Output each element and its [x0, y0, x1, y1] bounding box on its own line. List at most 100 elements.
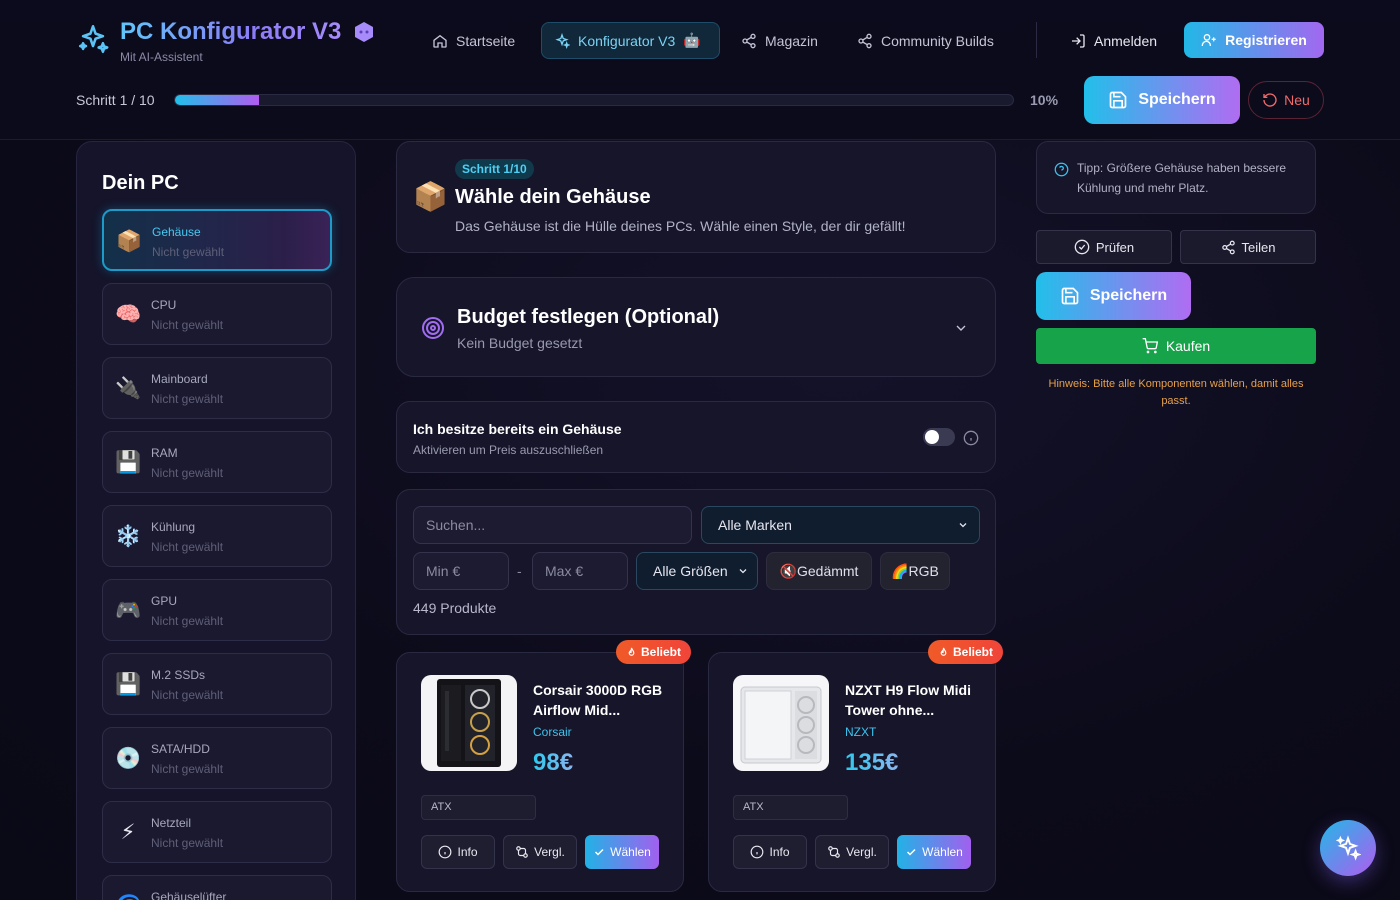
robot-icon [352, 20, 376, 44]
info-label: Info [769, 845, 790, 859]
tip-text: Tipp: Größere Gehäuse haben bessere Kühl… [1077, 161, 1287, 195]
insulated-filter-chip[interactable]: 🔇Gedämmt [766, 552, 872, 590]
search-input[interactable]: Suchen... [413, 506, 692, 544]
compare-button[interactable]: Vergl. [815, 835, 889, 869]
help-icon [1054, 161, 1069, 179]
product-image [421, 675, 517, 771]
rgb-filter-chip[interactable]: 🌈RGB [880, 552, 950, 590]
chevron-down-icon [959, 523, 967, 528]
top-header: PC Konfigurator V3 Mit AI-Assistent Star… [0, 0, 1400, 140]
save-icon [1061, 287, 1079, 305]
sidebar-title: Dein PC [102, 172, 179, 194]
brand-select-value: Alle Marken [718, 517, 792, 533]
compare-label: Vergl. [534, 845, 565, 859]
share-button[interactable]: Teilen [1180, 230, 1316, 264]
budget-title: Budget festlegen (Optional) [457, 306, 720, 328]
nav-startseite[interactable]: Startseite [420, 22, 527, 59]
component-status: Nicht gewählt [151, 614, 224, 628]
info-button[interactable]: Info [421, 835, 495, 869]
own-case-toggle[interactable] [923, 428, 955, 446]
range-separator: - [517, 563, 522, 579]
buy-label: Kaufen [1165, 338, 1211, 354]
nav-label: Konfigurator V3 [578, 32, 676, 49]
size-select[interactable]: Alle Größen [636, 552, 758, 590]
info-label: Info [457, 845, 478, 859]
own-case-subtitle: Aktivieren um Preis auszuschließen [413, 443, 604, 457]
component-name: Gehäuse [152, 225, 201, 239]
popular-badge: Beliebt [927, 640, 1003, 664]
sidebar-component-item[interactable]: 🌀 Gehäuselüfter [102, 875, 332, 900]
register-button[interactable]: Registrieren [1184, 22, 1324, 58]
nav-konfigurator[interactable]: Konfigurator V3 🤖 [541, 22, 720, 59]
reset-icon [1263, 93, 1277, 107]
component-status: Nicht gewählt [151, 392, 224, 406]
sidebar-component-item[interactable]: 🔌 Mainboard Nicht gewählt [102, 357, 332, 419]
app-title: PC Konfigurator V3 [120, 18, 342, 45]
min-price-input[interactable]: Min € [413, 552, 509, 590]
sidebar-component-item[interactable]: 💿 SATA/HDD Nicht gewählt [102, 727, 332, 789]
filter-card: Suchen... Alle Marken Min € - Max € Alle… [396, 489, 996, 635]
toggle-knob [925, 430, 939, 444]
sidebar-component-item[interactable]: 💾 RAM Nicht gewählt [102, 431, 332, 493]
info-icon [751, 845, 764, 859]
sidebar-component-item[interactable]: ❄️ Kühlung Nicht gewählt [102, 505, 332, 567]
product-image [733, 675, 829, 771]
max-price-input[interactable]: Max € [532, 552, 628, 590]
new-button[interactable]: Neu [1248, 81, 1324, 119]
chevron-down-icon[interactable] [953, 319, 969, 337]
save-button-side[interactable]: Speichern [1036, 272, 1191, 320]
share-icon [858, 33, 872, 48]
sidebar-component-item[interactable]: 💾 M.2 SSDs Nicht gewählt [102, 653, 332, 715]
product-brand: Corsair [533, 725, 572, 739]
login-button[interactable]: Anmelden [1058, 22, 1169, 59]
component-status: Nicht gewählt [151, 688, 224, 702]
nav-community-builds[interactable]: Community Builds [845, 22, 1006, 59]
brand-select[interactable]: Alle Marken [701, 506, 980, 544]
buy-button[interactable]: Kaufen [1036, 328, 1316, 364]
component-name: CPU [151, 298, 177, 312]
sidebar-component-item[interactable]: 🧠 CPU Nicht gewählt [102, 283, 332, 345]
component-status: Nicht gewählt [151, 318, 224, 332]
sidebar-component-item[interactable]: 📦 Gehäuse Nicht gewählt [102, 209, 332, 271]
compare-icon [516, 846, 528, 858]
check-label: Prüfen [1095, 239, 1135, 255]
sidebar-component-item[interactable]: ⚡ Netzteil Nicht gewählt [102, 801, 332, 863]
save-button[interactable]: Speichern [1084, 76, 1240, 124]
user-plus-icon [1201, 34, 1216, 46]
popular-badge: Beliebt [615, 640, 691, 664]
component-icon: 🎮 [115, 599, 142, 622]
component-name: RAM [151, 446, 178, 460]
info-icon[interactable] [963, 429, 979, 447]
component-icon: ⚡ [120, 821, 136, 844]
select-label: Wählen [610, 845, 651, 859]
nav-magazin[interactable]: Magazin [729, 22, 830, 59]
login-label: Anmelden [1094, 32, 1158, 49]
select-product-button[interactable]: Wählen [897, 835, 971, 869]
info-button[interactable]: Info [733, 835, 807, 869]
own-case-title: Ich besitze bereits ein Gehäuse [413, 421, 622, 437]
register-label: Registrieren [1225, 32, 1307, 48]
tip-card: Tipp: Größere Gehäuse haben bessere Kühl… [1036, 141, 1316, 214]
budget-card[interactable]: Budget festlegen (Optional) Kein Budget … [396, 277, 996, 377]
ai-assistant-button[interactable] [1320, 820, 1376, 876]
product-card[interactable]: Beliebt NZXT H9 Flow Midi Tower ohne... … [708, 640, 1003, 892]
compare-button[interactable]: Vergl. [503, 835, 577, 869]
share-icon [1221, 240, 1235, 254]
budget-subtitle: Kein Budget gesetzt [457, 335, 583, 351]
sidebar-component-item[interactable]: 🎮 GPU Nicht gewählt [102, 579, 332, 641]
component-icon: 🌀 [115, 894, 141, 900]
component-status: Nicht gewählt [152, 245, 225, 259]
select-product-button[interactable]: Wählen [585, 835, 659, 869]
step-badge: Schritt 1/10 [455, 159, 534, 179]
login-icon [1072, 33, 1085, 48]
own-case-card: Ich besitze bereits ein Gehäuse Aktivier… [396, 401, 996, 473]
check-build-button[interactable]: Prüfen [1036, 230, 1172, 264]
step-description: Das Gehäuse ist die Hülle deines PCs. Wä… [455, 218, 906, 234]
target-icon [421, 316, 445, 340]
nav-label: Community Builds [881, 32, 994, 49]
component-sidebar: Dein PC 📦 Gehäuse Nicht gewählt 🧠 CPU Nicht g… [76, 141, 356, 900]
component-name: Gehäuselüfter [151, 890, 227, 900]
robot-icon: 🤖 [683, 32, 701, 48]
app-subtitle: Mit AI-Assistent [120, 50, 203, 64]
product-card[interactable]: Beliebt Corsair 3000D RGB Airflow Mid...… [396, 640, 691, 892]
